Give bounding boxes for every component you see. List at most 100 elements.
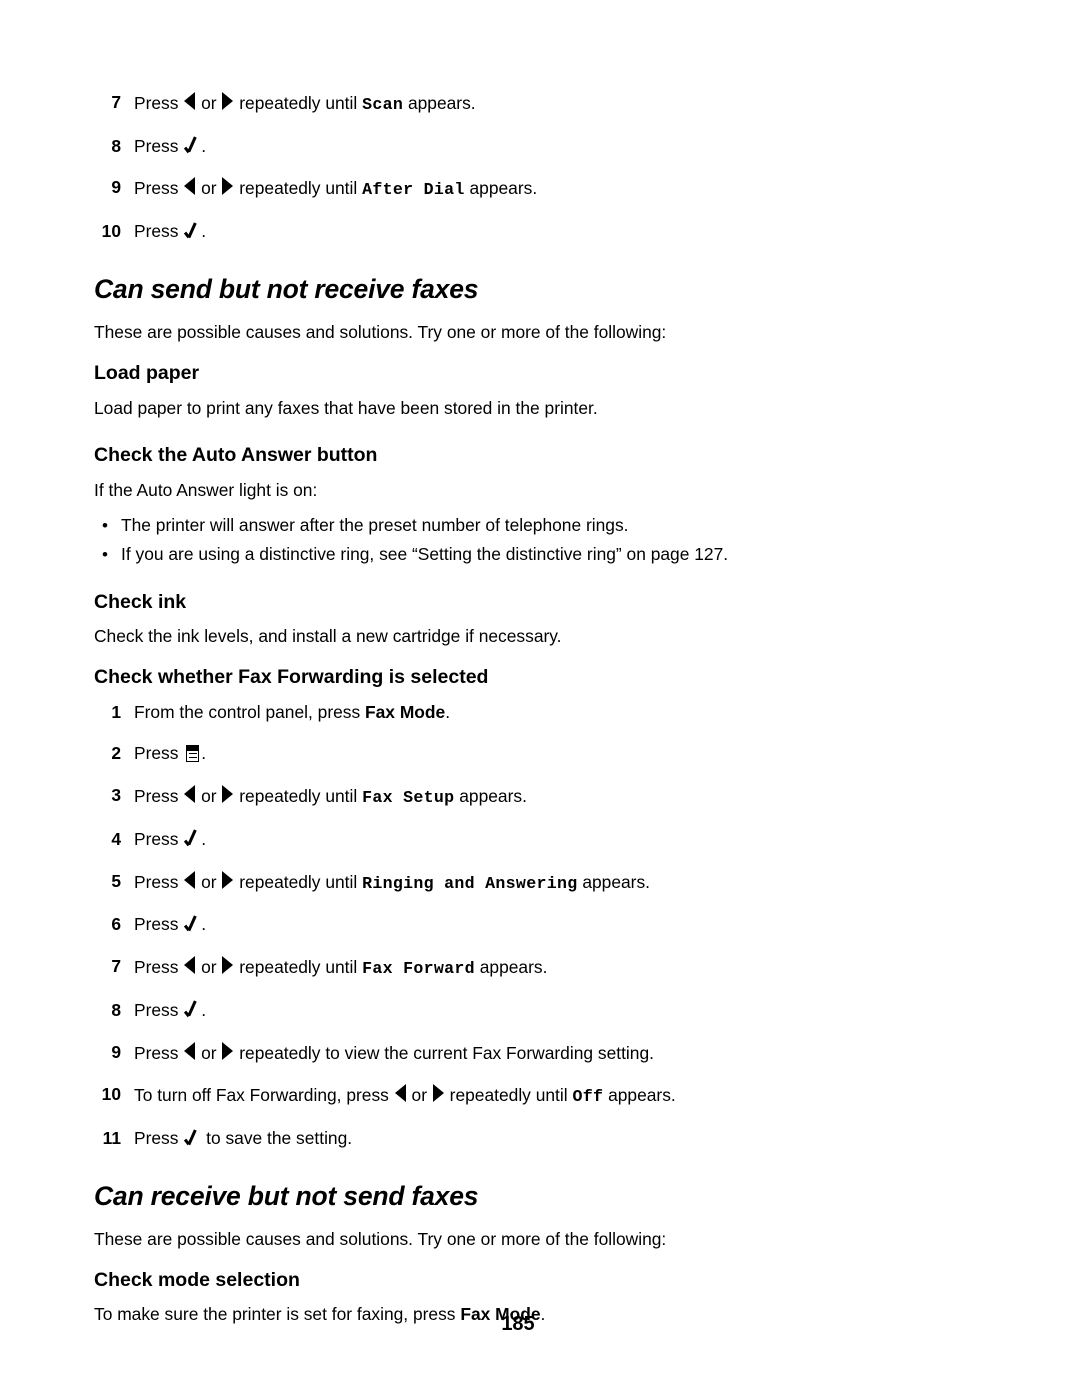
step-number: 1 [111, 701, 121, 722]
subheading-load-paper: Load paper [94, 362, 200, 385]
step-spacer [94, 765, 854, 785]
checkmark-icon [185, 1001, 200, 1019]
step-number: 5 [111, 870, 121, 891]
menu-icon [186, 745, 200, 763]
checkmark-icon [185, 137, 200, 155]
arrow-right-icon [222, 1041, 234, 1060]
step-text: Press . [134, 999, 207, 1020]
display-text: Fax Setup [362, 788, 455, 808]
subheading-check-ink: Check ink [94, 591, 187, 614]
step-spacer [94, 1064, 854, 1084]
section-heading-can-receive: Can receive but not send faxes [94, 1180, 479, 1211]
fax-forwarding-steps-list: 1 From the control panel, press Fax Mode.… [94, 702, 854, 1150]
arrow-left-icon [184, 785, 196, 804]
step-spacer [94, 1108, 854, 1128]
arrow-right-icon [222, 870, 234, 889]
check-ink-body: Check the ink levels, and install a new … [94, 626, 562, 647]
step-number: 6 [111, 914, 121, 935]
numbered-step: 2 Press . [94, 743, 854, 765]
arrow-left-icon [184, 1041, 196, 1060]
step-text: Press . [134, 828, 207, 849]
display-text: Scan [362, 95, 404, 114]
arrow-left-icon [184, 956, 196, 975]
bullet-dot-icon: • [102, 515, 108, 535]
step-text: Press or repeatedly until Fax Forward ap… [134, 956, 548, 979]
arrow-left-icon [184, 177, 196, 196]
step-spacer [94, 851, 854, 871]
step-text: To turn off Fax Forwarding, press or rep… [134, 1084, 676, 1107]
step-text: Press . [134, 914, 207, 935]
step-spacer [94, 936, 854, 956]
bullet-spacer [94, 536, 854, 544]
step-text: Press or repeatedly until Ringing and An… [134, 870, 650, 893]
list-item: • If you are using a distinctive ring, se… [94, 544, 854, 566]
arrow-right-icon [222, 177, 234, 196]
checkmark-icon [185, 830, 200, 848]
step-spacer [94, 157, 854, 177]
step-number: 7 [111, 956, 121, 977]
arrow-right-icon [222, 92, 234, 110]
subheading-check-fax-forwarding: Check whether Fax Forwarding is selected [94, 666, 489, 689]
auto-answer-intro: If the Auto Answer light is on: [94, 479, 318, 500]
arrow-left-icon [184, 92, 196, 110]
numbered-step: 4 Press . [94, 829, 854, 851]
auto-answer-bullet-list: • The printer will answer after the prese… [94, 515, 854, 567]
step-spacer [94, 116, 854, 136]
numbered-step: 5 Press or repeatedly until Ringing and A… [94, 870, 854, 895]
list-item-text: If you are using a distinctive ring, see… [121, 544, 729, 565]
numbered-step: 3 Press or repeatedly until Fax Setup app… [94, 785, 854, 809]
step-spacer [94, 809, 854, 829]
numbered-step: 9 Press or repeatedly to view the current… [94, 1041, 854, 1065]
checkmark-icon [185, 222, 200, 240]
step-text: Press . [134, 221, 207, 242]
bullet-dot-icon: • [102, 545, 108, 565]
arrow-left-icon [394, 1084, 406, 1103]
step-spacer [94, 894, 854, 914]
arrow-right-icon [222, 956, 234, 975]
step-number: 2 [111, 743, 121, 764]
numbered-step: 10 To turn off Fax Forwarding, press or r… [94, 1084, 854, 1108]
arrow-right-icon [222, 785, 234, 804]
numbered-step: 10 Press . [94, 221, 854, 243]
step-text: Press or repeatedly until After Dial app… [134, 177, 538, 200]
arrow-right-icon [432, 1084, 444, 1103]
step-number: 7 [111, 92, 121, 112]
subheading-check-mode-selection: Check mode selection [94, 1269, 300, 1292]
numbered-step: 8 Press . [94, 136, 854, 158]
emphasis-text: Fax Mode [365, 701, 446, 722]
step-spacer [94, 723, 854, 743]
numbered-step: 7 Press or repeatedly until Fax Forward a… [94, 956, 854, 980]
subheading-check-auto-answer: Check the Auto Answer button [94, 444, 378, 467]
section-receive-intro: These are possible causes and solutions.… [94, 1229, 667, 1250]
document-page: 7 Press or repeatedly until Scan appears.… [0, 0, 1080, 1397]
numbered-step: 1 From the control panel, press Fax Mode. [94, 702, 854, 724]
step-number: 11 [102, 1128, 121, 1149]
numbered-step: 8 Press . [94, 1000, 854, 1022]
checkmark-icon [185, 1129, 200, 1147]
step-text: Press or repeatedly until Fax Setup appe… [134, 785, 527, 808]
numbered-step: 7 Press or repeatedly until Scan appears. [94, 92, 854, 116]
step-number: 9 [111, 177, 121, 198]
section-heading-can-send: Can send but not receive faxes [94, 273, 479, 304]
step-spacer [94, 1022, 854, 1042]
step-text: From the control panel, press Fax Mode. [134, 701, 451, 722]
display-text: Ringing and Answering [362, 873, 578, 893]
step-text: Press to save the setting. [134, 1128, 353, 1149]
section-send-intro: These are possible causes and solutions.… [94, 322, 667, 343]
step-text: Press or repeatedly to view the current … [134, 1041, 654, 1063]
numbered-step: 9 Press or repeatedly until After Dial ap… [94, 177, 854, 201]
page-number-footer: 185 [501, 1313, 535, 1335]
step-text: Press or repeatedly until Scan appears. [134, 92, 476, 114]
numbered-step: 6 Press . [94, 914, 854, 936]
step-text: Press . [134, 135, 207, 156]
checkmark-icon [185, 915, 200, 933]
step-text: Press . [134, 743, 207, 764]
display-text: After Dial [362, 180, 465, 200]
step-spacer [94, 980, 854, 1000]
continued-steps-list: 7 Press or repeatedly until Scan appears.… [94, 92, 854, 243]
step-number: 8 [111, 999, 121, 1020]
numbered-step: 11 Press to save the setting. [94, 1128, 854, 1150]
load-paper-body: Load paper to print any faxes that have … [94, 397, 598, 418]
list-item-text: The printer will answer after the preset… [121, 514, 629, 535]
page-content: 7 Press or repeatedly until Scan appears.… [94, 92, 854, 1326]
